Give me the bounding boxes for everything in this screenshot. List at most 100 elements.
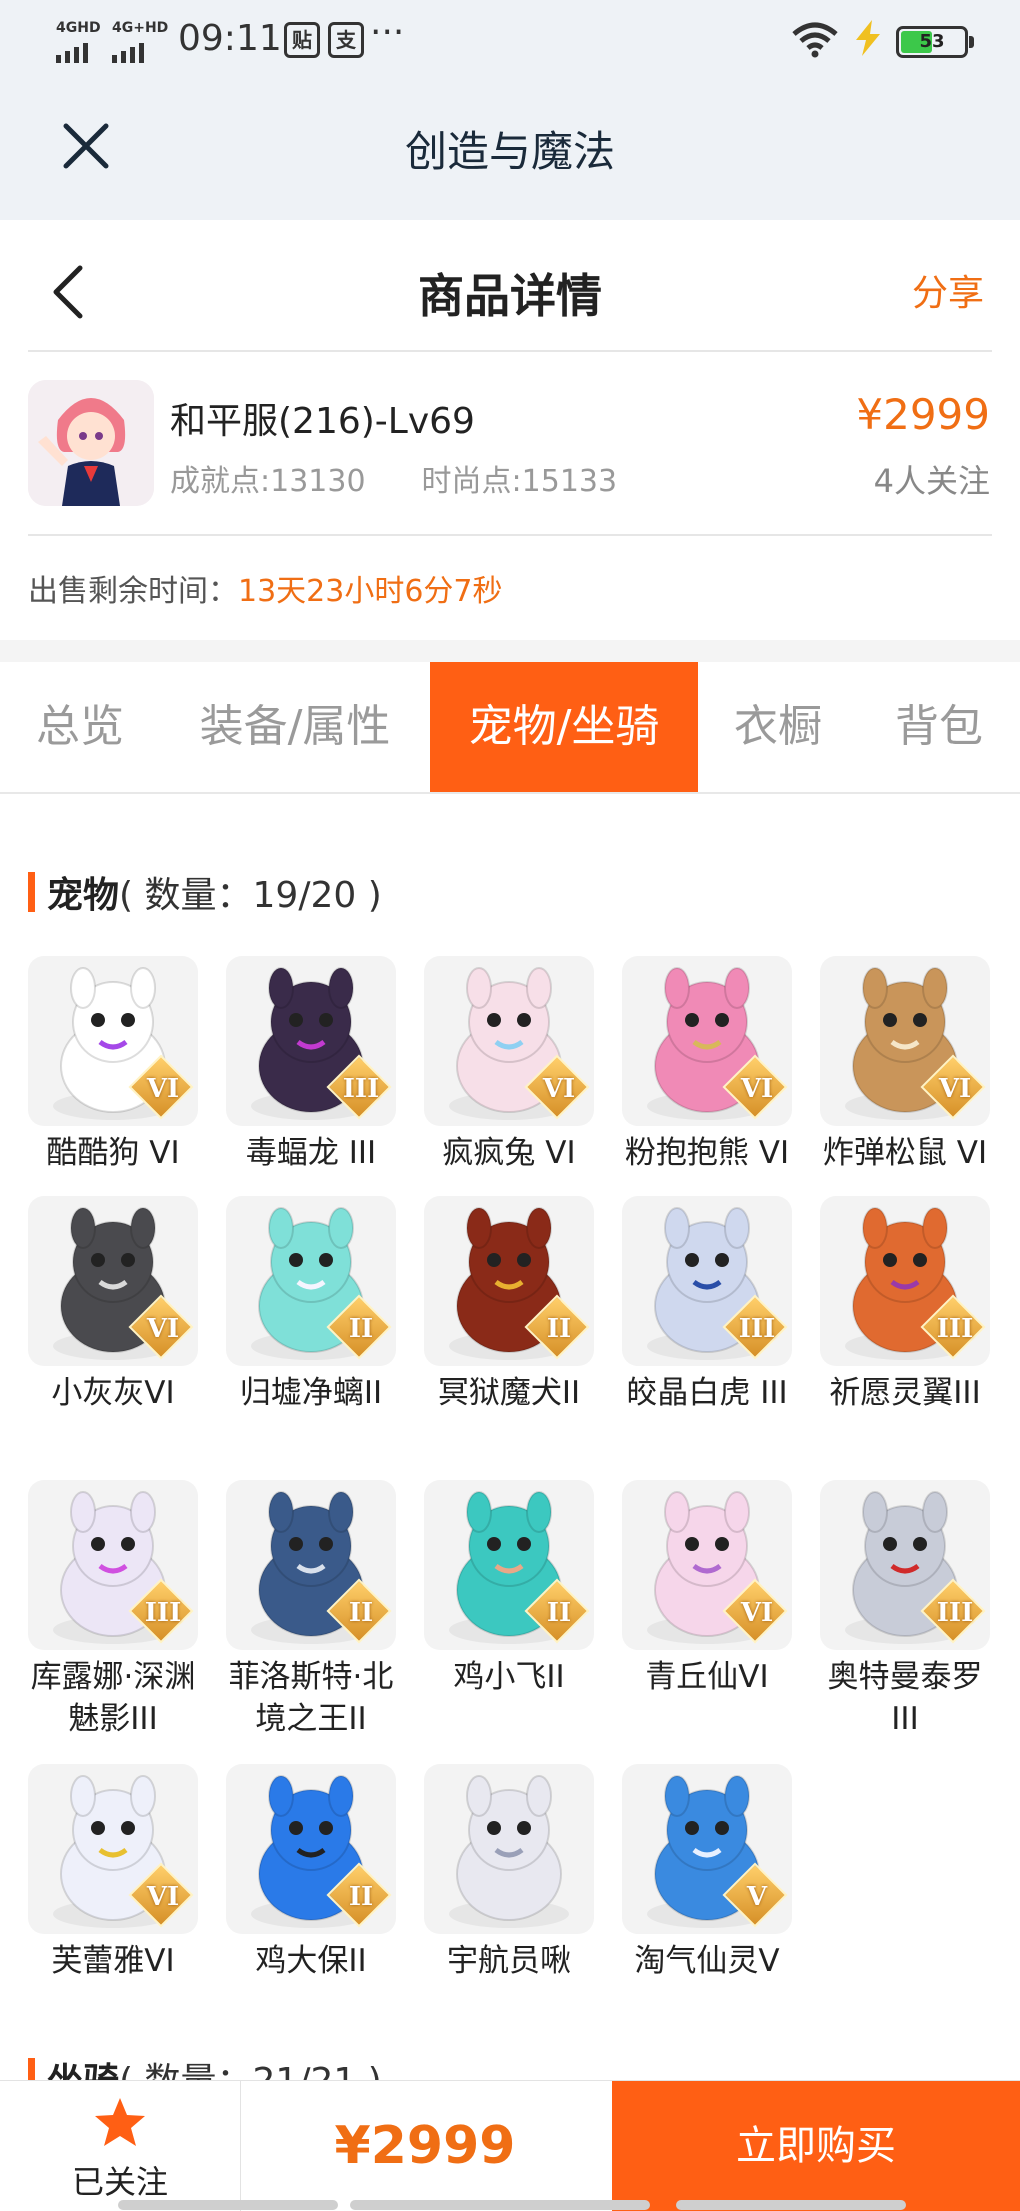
grade-label: II [348, 1882, 374, 1912]
product-price: ¥2999 [856, 390, 990, 439]
network-label-2: 4G+HD [112, 20, 169, 36]
fashion-points: 时尚点:15133 [421, 464, 618, 499]
pet-card[interactable]: II 归墟净螭II [226, 1196, 396, 1414]
tab-label: 背包 [895, 701, 983, 752]
pet-thumbnail [424, 1764, 594, 1934]
bottom-price: ¥2999 [334, 2116, 516, 2176]
grade-label: III [342, 1074, 380, 1104]
detail-tabs: 总览 装备/属性 宠物/坐骑 衣橱 背包 [0, 662, 1020, 794]
grade-label: VI [938, 1074, 972, 1104]
follow-button[interactable]: 已关注 [0, 2081, 241, 2211]
product-summary: 和平服(216)-Lv69 成就点:13130 时尚点:15133 ¥2999 4… [0, 352, 1020, 532]
section-count: ( 数量：19/20 ) [119, 875, 382, 916]
app-title: 创造与魔法 [404, 127, 615, 176]
pet-card[interactable]: III 库露娜·深渊魅影III [28, 1480, 198, 1740]
signal-bars-icon [56, 41, 101, 63]
pet-thumbnail: VI [622, 956, 792, 1126]
grade-label: II [546, 1314, 572, 1344]
signal-1: 4GHD [56, 18, 101, 63]
pet-card[interactable]: III 祈愿灵翼III [820, 1196, 990, 1414]
pet-name: 菲洛斯特·北境之王II [228, 1659, 394, 1737]
tab-overview[interactable]: 总览 [0, 662, 160, 792]
pet-thumbnail: VI [622, 1480, 792, 1650]
pet-name: 鸡小飞II [453, 1659, 565, 1695]
pet-card[interactable]: II 冥狱魔犬II [424, 1196, 594, 1414]
share-button[interactable]: 分享 [912, 264, 984, 316]
status-bar: 4GHD 4G+HD 09:11 贴 支 ··· 53 [0, 0, 1020, 80]
section-gap [0, 640, 1020, 662]
pet-card[interactable]: VI 炸弹松鼠 VI [820, 956, 990, 1174]
home-indicator [676, 2200, 906, 2210]
buy-now-button[interactable]: 立即购买 [612, 2081, 1020, 2211]
pet-thumbnail: III [28, 1480, 198, 1650]
pet-card[interactable]: III 奥特曼泰罗 III [820, 1480, 990, 1740]
app-top-region: 4GHD 4G+HD 09:11 贴 支 ··· 53 创造与魔法 [0, 0, 1020, 220]
pet-card[interactable]: 宇航员啾 [424, 1764, 594, 1982]
grade-label: VI [146, 1074, 180, 1104]
grade-label: III [144, 1598, 182, 1628]
pet-thumbnail: III [622, 1196, 792, 1366]
pet-name: 皎晶白虎 III [626, 1375, 788, 1411]
pet-name: 粉抱抱熊 VI [624, 1135, 790, 1171]
achievement-points: 成就点:13130 [170, 464, 366, 499]
pet-card[interactable]: VI 小灰灰VI [28, 1196, 198, 1414]
bottom-action-bar: 已关注 ¥2999 立即购买 [0, 2080, 1020, 2211]
grade-label: VI [542, 1074, 576, 1104]
page-title: 商品详情 [418, 269, 602, 323]
tab-label: 宠物/坐骑 [468, 701, 660, 752]
follow-label: 已关注 [71, 2163, 168, 2201]
grade-label: V [746, 1882, 768, 1912]
more-notifications-icon: ··· [370, 12, 405, 53]
tab-label: 装备/属性 [199, 701, 391, 752]
pet-card[interactable]: III 毒蝠龙 III [226, 956, 396, 1174]
pet-name: 芙蕾雅VI [51, 1943, 175, 1979]
pet-name: 淘气仙灵V [634, 1943, 780, 1979]
pet-thumbnail: VI [28, 1196, 198, 1366]
pet-name: 奥特曼泰罗 III [827, 1659, 983, 1737]
pet-name: 库露娜·深渊魅影III [30, 1659, 196, 1737]
pet-card[interactable]: VI 青丘仙VI [622, 1480, 792, 1698]
tab-pets-mounts[interactable]: 宠物/坐骑 [430, 662, 698, 792]
tab-backpack[interactable]: 背包 [858, 662, 1020, 792]
pet-name: 归墟净螭II [239, 1375, 383, 1411]
tab-label: 衣橱 [734, 701, 822, 752]
pet-thumbnail: II [424, 1480, 594, 1650]
grade-label: III [936, 1314, 974, 1344]
pet-thumbnail: VI [28, 956, 198, 1126]
grade-label: III [936, 1598, 974, 1628]
pet-card[interactable]: VI 疯疯兔 VI [424, 956, 594, 1174]
pet-card[interactable]: VI 粉抱抱熊 VI [622, 956, 792, 1174]
home-indicator [118, 2200, 338, 2210]
network-label-1: 4GHD [56, 20, 101, 36]
character-avatar [28, 380, 154, 506]
pets-section-title: 宠物 ( 数量：19/20 ) [28, 866, 382, 918]
pet-thumbnail: II [226, 1764, 396, 1934]
remaining-time-label: 出售剩余时间： [28, 574, 238, 609]
star-icon [95, 2098, 145, 2146]
tieba-icon: 贴 [284, 22, 320, 58]
grade-label: VI [146, 1882, 180, 1912]
tab-wardrobe[interactable]: 衣橱 [698, 662, 858, 792]
pet-card[interactable]: II 菲洛斯特·北境之王II [226, 1480, 396, 1740]
pet-card[interactable]: V 淘气仙灵V [622, 1764, 792, 1982]
battery-icon: 53 [896, 26, 974, 58]
grade-label: III [738, 1314, 776, 1344]
pet-thumbnail: VI [28, 1764, 198, 1934]
pet-name: 毒蝠龙 III [245, 1135, 377, 1171]
remaining-time-value: 13天23小时6分7秒 [238, 574, 503, 609]
status-time: 09:11 [178, 18, 282, 59]
section-title: 宠物 [47, 875, 120, 916]
pet-name: 宇航员啾 [447, 1943, 571, 1979]
tab-equipment[interactable]: 装备/属性 [160, 662, 430, 792]
pet-card[interactable]: VI 芙蕾雅VI [28, 1764, 198, 1982]
alipay-icon: 支 [328, 22, 364, 58]
pet-card[interactable]: VI 酷酷狗 VI [28, 956, 198, 1174]
wifi-icon [792, 22, 838, 58]
pet-card[interactable]: II 鸡小飞II [424, 1480, 594, 1698]
grade-label: II [348, 1598, 374, 1628]
signal-2: 4G+HD [112, 18, 168, 63]
pet-thumbnail: II [424, 1196, 594, 1366]
pet-card[interactable]: III 皎晶白虎 III [622, 1196, 792, 1414]
pet-card[interactable]: II 鸡大保II [226, 1764, 396, 1982]
pet-name: 小灰灰VI [51, 1375, 175, 1411]
